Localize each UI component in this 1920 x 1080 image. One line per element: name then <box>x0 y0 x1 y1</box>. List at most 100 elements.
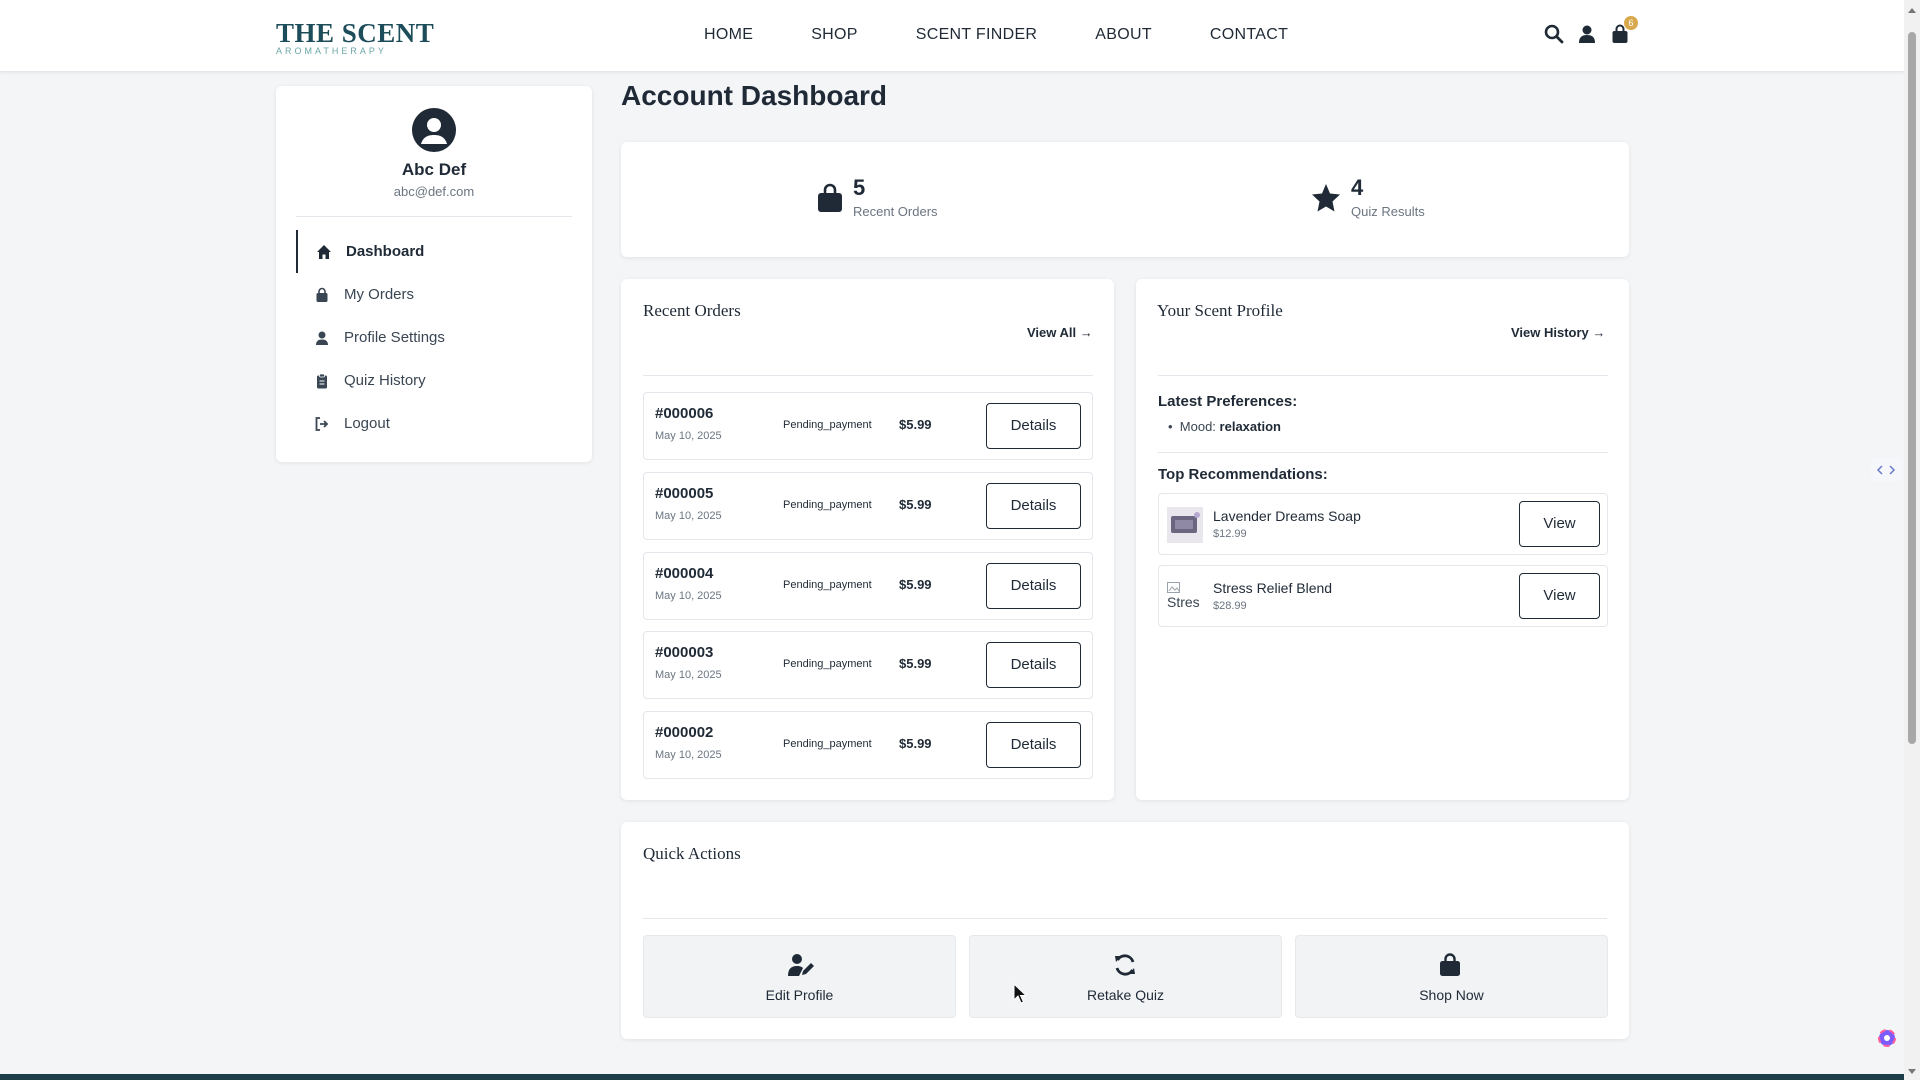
account-sidebar: Abc Def abc@def.com Dashboard My Orders … <box>276 86 592 462</box>
stats-card: 5 Recent Orders 4 Quiz Results <box>621 142 1629 257</box>
shop-now-button[interactable]: Shop Now <box>1295 935 1608 1018</box>
sidebar-item-logout[interactable]: Logout <box>296 402 572 445</box>
site-logo[interactable]: THE SCENT AROMATHERAPY <box>276 18 435 57</box>
scent-profile-card: Your Scent Profile View History → Latest… <box>1136 279 1629 800</box>
broken-image-icon[interactable]: Stres <box>1167 579 1203 615</box>
stat-label: Quiz Results <box>1351 204 1425 219</box>
order-row: #000003 May 10, 2025 Pending_payment $5.… <box>643 631 1093 699</box>
sidebar-item-label: Logout <box>344 415 390 432</box>
bullet: • <box>1168 419 1180 434</box>
shopping-bag-icon <box>316 287 328 302</box>
order-details-button[interactable]: Details <box>986 563 1081 609</box>
mouse-cursor-icon <box>1013 983 1028 1004</box>
order-total: $5.99 <box>899 577 932 592</box>
order-status: Pending_payment <box>783 738 872 750</box>
order-id: #000002 <box>655 724 714 741</box>
preferences-heading: Latest Preferences: <box>1158 393 1298 410</box>
retake-quiz-button[interactable]: Retake Quiz <box>969 935 1282 1018</box>
quick-actions-card: Quick Actions Edit Profile Retake Quiz S… <box>621 822 1629 1039</box>
star-icon <box>1312 183 1340 211</box>
scroll-down-icon[interactable] <box>1908 1069 1916 1074</box>
product-price: $28.99 <box>1213 600 1247 612</box>
nav-home[interactable]: HOME <box>704 26 753 44</box>
stat-value: 4 <box>1351 175 1364 200</box>
order-row: #000002 May 10, 2025 Pending_payment $5.… <box>643 711 1093 779</box>
recent-orders-card: Recent Orders View All → #000006 May 10,… <box>621 279 1114 800</box>
product-name[interactable]: Stress Relief Blend <box>1213 580 1332 596</box>
view-history-link[interactable]: View History → <box>1511 325 1605 340</box>
order-total: $5.99 <box>899 656 932 671</box>
divider <box>643 375 1093 376</box>
order-details-button[interactable]: Details <box>986 642 1081 688</box>
order-date: May 10, 2025 <box>655 749 722 761</box>
search-icon[interactable] <box>1544 24 1566 46</box>
code-icon <box>1871 458 1901 482</box>
order-status: Pending_payment <box>783 419 872 431</box>
sidebar-item-profile-settings[interactable]: Profile Settings <box>296 316 572 359</box>
divider <box>643 918 1607 919</box>
logo-name: THE SCENT <box>276 18 435 48</box>
sidebar-item-label: My Orders <box>344 286 415 303</box>
sidebar-menu: Dashboard My Orders Profile Settings Qui… <box>296 230 572 445</box>
order-date: May 10, 2025 <box>655 590 722 602</box>
sidebar-item-my-orders[interactable]: My Orders <box>296 273 572 316</box>
header-actions: 6 <box>1544 16 1643 46</box>
page-title: Account Dashboard <box>621 80 888 111</box>
user-circle-icon <box>421 118 447 144</box>
shopping-bag-icon <box>818 183 842 212</box>
nav-about[interactable]: ABOUT <box>1095 26 1152 44</box>
preference-key: Mood: <box>1179 419 1216 434</box>
extension-side-tab[interactable] <box>1871 458 1901 487</box>
view-product-button[interactable]: View <box>1519 501 1600 547</box>
sidebar-item-label: Profile Settings <box>344 329 445 346</box>
scroll-up-icon[interactable] <box>1908 8 1916 13</box>
assistant-orb-icon[interactable] <box>1877 1028 1897 1053</box>
user-name: Abc Def <box>401 160 467 179</box>
refresh-icon <box>1115 954 1135 976</box>
order-row: #000004 May 10, 2025 Pending_payment $5.… <box>643 552 1093 620</box>
cart-icon[interactable]: 6 <box>1610 16 1638 46</box>
cart-count-badge: 6 <box>1624 16 1638 30</box>
view-product-button[interactable]: View <box>1519 573 1600 619</box>
edit-profile-button[interactable]: Edit Profile <box>643 935 956 1018</box>
preference-item: • Mood: relaxation <box>1168 419 1281 434</box>
section-title: Quick Actions <box>643 844 741 863</box>
action-label: Edit Profile <box>765 987 834 1003</box>
divider <box>1158 452 1608 453</box>
order-total: $5.99 <box>899 736 932 751</box>
action-label: Shop Now <box>1419 987 1484 1003</box>
divider <box>1158 375 1608 376</box>
divider <box>296 216 572 217</box>
clipboard-icon <box>317 373 327 388</box>
user-icon[interactable] <box>1577 24 1599 46</box>
order-row: #000006 May 10, 2025 Pending_payment $5.… <box>643 392 1093 460</box>
order-status: Pending_payment <box>783 658 872 670</box>
stat-value: 5 <box>853 175 866 200</box>
nav-contact[interactable]: CONTACT <box>1210 26 1288 44</box>
section-title: Recent Orders <box>643 301 741 320</box>
order-details-button[interactable]: Details <box>986 722 1081 768</box>
nav-scent-finder[interactable]: SCENT FINDER <box>916 26 1038 44</box>
home-icon <box>317 244 331 259</box>
recommendation-row: Stres Stress Relief Blend $28.99 View <box>1158 565 1608 627</box>
scrollbar-thumb[interactable] <box>1908 32 1916 744</box>
order-details-button[interactable]: Details <box>986 483 1081 529</box>
stat-quiz-results: 4 Quiz Results <box>1311 176 1425 219</box>
nav-shop[interactable]: SHOP <box>811 26 858 44</box>
product-name[interactable]: Lavender Dreams Soap <box>1213 508 1361 524</box>
image-alt-text: Stres <box>1167 594 1200 610</box>
sidebar-item-dashboard[interactable]: Dashboard <box>296 230 572 273</box>
shopping-bag-icon <box>1440 953 1460 976</box>
order-status: Pending_payment <box>783 499 872 511</box>
view-all-link[interactable]: View All → <box>1027 325 1093 340</box>
order-date: May 10, 2025 <box>655 510 722 522</box>
order-row: #000005 May 10, 2025 Pending_payment $5.… <box>643 472 1093 540</box>
page-scrollbar[interactable] <box>1904 0 1920 1080</box>
sign-out-icon <box>315 416 329 431</box>
order-details-button[interactable]: Details <box>986 403 1081 449</box>
order-id: #000003 <box>655 644 714 661</box>
sidebar-item-quiz-history[interactable]: Quiz History <box>296 359 572 402</box>
product-thumbnail[interactable] <box>1167 507 1203 543</box>
footer-top-edge <box>0 1074 1904 1080</box>
order-id: #000004 <box>655 565 714 582</box>
